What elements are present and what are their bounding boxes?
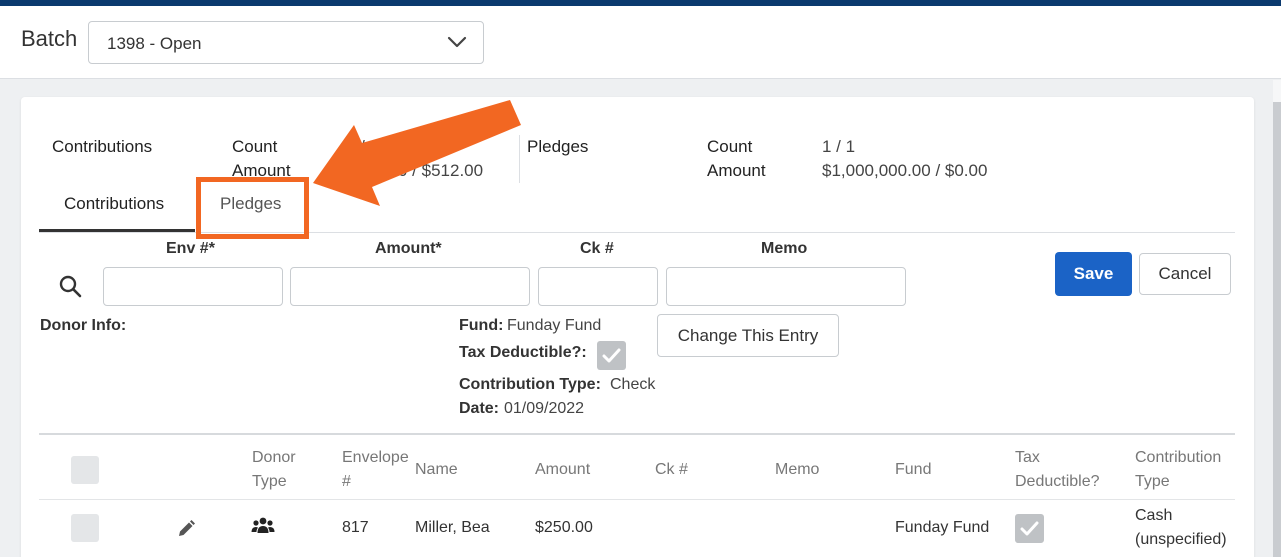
pledges-count-value: 1 / 1 <box>822 137 856 156</box>
header-contribution-type-2: Type <box>1135 473 1170 490</box>
people-icon <box>251 517 275 533</box>
contribution-type-value: Check <box>610 376 656 393</box>
batch-select-value: 1398 - Open <box>107 34 202 53</box>
scrollbar-thumb[interactable] <box>1273 102 1281 557</box>
header-tax-1: Tax <box>1015 449 1040 466</box>
header-fund[interactable]: Fund <box>895 458 931 482</box>
cell-fund: Funday Fund <box>895 519 990 536</box>
contribution-type-label: Contribution Type: <box>459 376 601 393</box>
cell-contribution-type-1: Cash <box>1135 507 1173 524</box>
env-label: Env #* <box>166 240 215 257</box>
header-ck[interactable]: Ck # <box>655 458 688 482</box>
contrib-amount-value: $762.00 / $512.00 <box>346 161 484 180</box>
pledges-count-label: Count <box>707 137 753 156</box>
pencil-icon[interactable] <box>176 519 196 539</box>
grid-header-divider <box>39 499 1235 500</box>
pledges-summary-title: Pledges <box>527 137 589 156</box>
donor-info-label: Donor Info: <box>40 317 127 334</box>
date-label: Date: <box>459 400 500 417</box>
header-donor-type-2: Type <box>252 473 287 490</box>
row-select-checkbox[interactable] <box>71 514 99 542</box>
batch-card: Contributions Count Amount 3 / 4 $762.00… <box>21 97 1254 557</box>
env-input[interactable] <box>103 267 283 306</box>
memo-input[interactable] <box>666 267 906 306</box>
ck-label: Ck # <box>580 240 614 257</box>
batch-select[interactable]: 1398 - Open <box>88 21 484 64</box>
check-icon <box>1020 521 1039 536</box>
pledges-tab-highlight <box>196 177 309 239</box>
cell-envelope: 817 <box>342 519 369 536</box>
fund-label: Fund: <box>459 317 504 334</box>
header-memo[interactable]: Memo <box>775 458 819 482</box>
tax-deductible-label: Tax Deductible?: <box>459 344 587 361</box>
chevron-down-icon <box>447 36 467 48</box>
pledges-amount-value: $1,000,000.00 / $0.00 <box>822 161 988 180</box>
check-icon <box>602 348 621 363</box>
cell-amount: $250.00 <box>535 519 593 536</box>
memo-label: Memo <box>761 240 808 257</box>
summary-divider <box>519 135 520 183</box>
date-value: 01/09/2022 <box>504 400 585 417</box>
amount-label: Amount* <box>375 240 442 257</box>
contrib-count-label: Count <box>232 137 278 156</box>
pledges-amount-label: Amount <box>707 161 766 180</box>
save-button[interactable]: Save <box>1055 252 1132 296</box>
header-envelope-1: Envelope <box>342 449 409 466</box>
search-icon[interactable] <box>58 274 82 298</box>
cell-name: Miller, Bea <box>415 519 490 536</box>
batch-label: Batch <box>21 26 78 51</box>
batch-header: Batch 1398 - Open <box>0 6 1281 79</box>
header-tax-2: Deductible? <box>1015 473 1100 490</box>
row-tax-deductible-checkbox <box>1015 514 1044 543</box>
change-entry-button[interactable]: Change This Entry <box>657 314 839 357</box>
grid-top-border <box>39 433 1235 435</box>
header-envelope-2: # <box>342 473 351 490</box>
tab-active-indicator <box>39 229 195 232</box>
tab-contributions[interactable]: Contributions <box>64 194 164 214</box>
tax-deductible-checkbox[interactable] <box>597 341 626 370</box>
contributions-summary-title: Contributions <box>52 137 153 156</box>
cancel-button[interactable]: Cancel <box>1139 253 1231 295</box>
header-contribution-type-1: Contribution <box>1135 449 1222 466</box>
header-name[interactable]: Name <box>415 458 458 482</box>
amount-input[interactable] <box>290 267 530 306</box>
header-amount[interactable]: Amount <box>535 458 590 482</box>
fund-value: Funday Fund <box>507 317 602 334</box>
select-all-checkbox[interactable] <box>71 456 99 484</box>
cell-contribution-type-2: (unspecified) <box>1135 531 1227 548</box>
ck-input[interactable] <box>538 267 658 306</box>
contrib-count-value: 3 / 4 <box>346 137 380 156</box>
header-donor-type-1: Donor <box>252 449 296 466</box>
